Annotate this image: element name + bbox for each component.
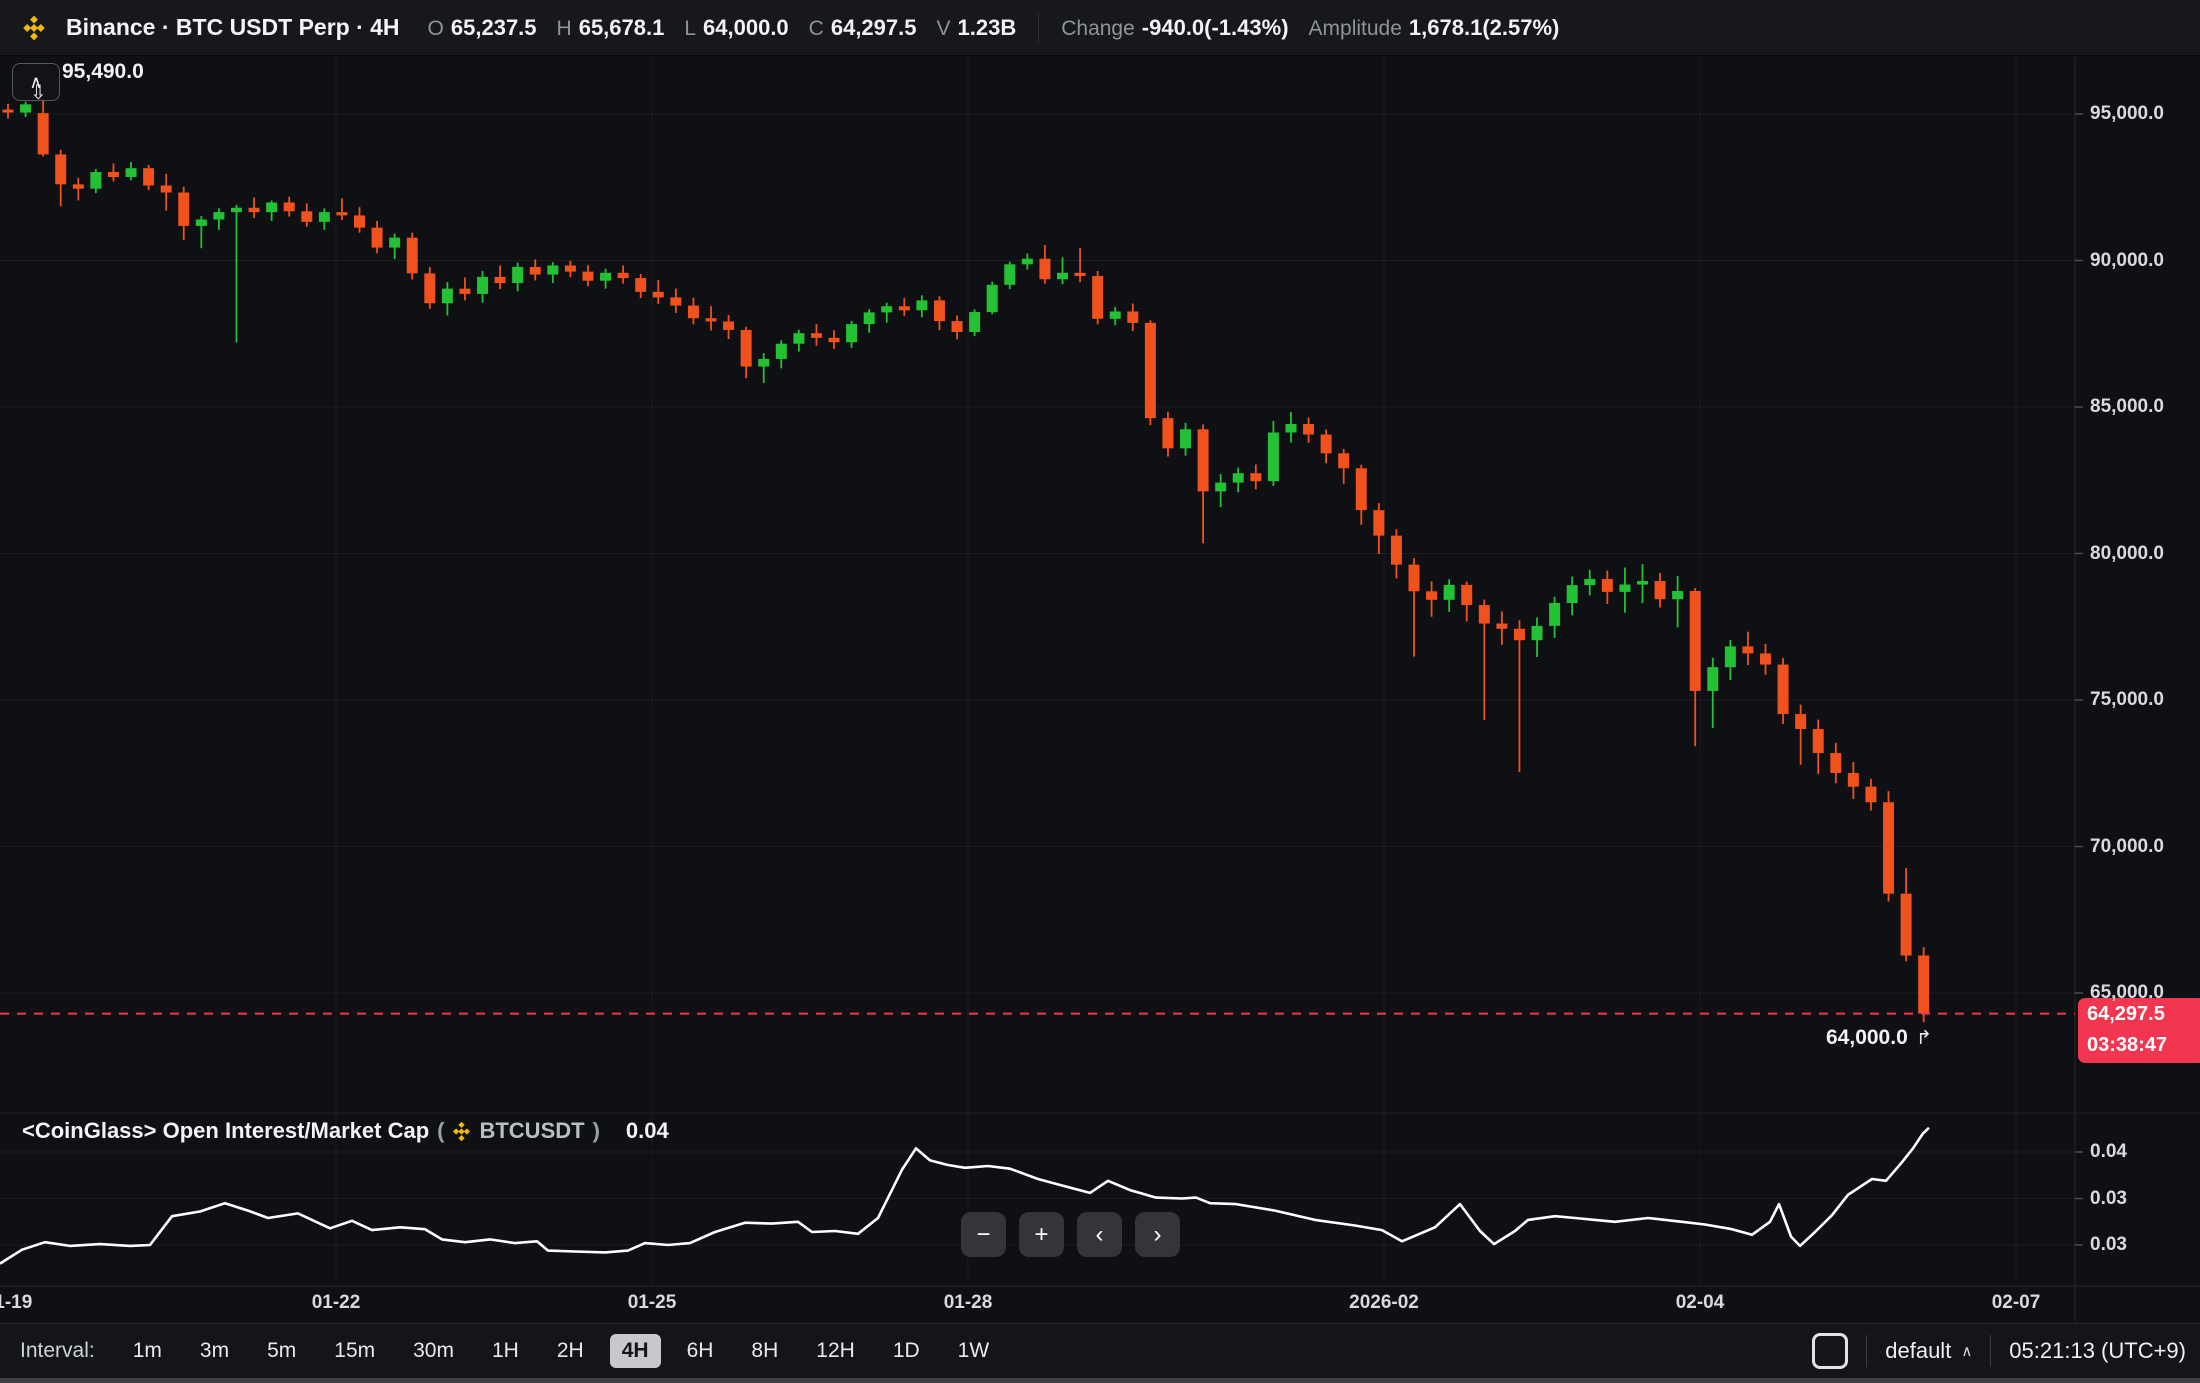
interval-1H[interactable]: 1H xyxy=(480,1334,531,1368)
candlestick-chart-canvas[interactable] xyxy=(0,0,2200,1383)
time-tick-label: 01-22 xyxy=(312,1292,361,1314)
price-tick-label: 65,000.0 xyxy=(2090,982,2164,1004)
interval-1D[interactable]: 1D xyxy=(881,1334,932,1368)
last-price-countdown-badge: 64,297.5 03:38:47 xyxy=(2078,998,2200,1063)
interval-12H[interactable]: 12H xyxy=(804,1334,867,1368)
layout-preset-dropdown[interactable]: default ∧ xyxy=(1885,1338,1972,1364)
footer-divider xyxy=(1990,1335,1991,1367)
interval-3m[interactable]: 3m xyxy=(188,1334,241,1368)
indicator-tick-label: 0.04 xyxy=(2090,1141,2127,1163)
clock-timezone: 05:21:13 (UTC+9) xyxy=(2009,1338,2186,1364)
ohlcv-item: H65,678.1 xyxy=(557,15,665,41)
interval-15m[interactable]: 15m xyxy=(322,1334,387,1368)
interval-4H[interactable]: 4H xyxy=(610,1334,661,1368)
interval-5m[interactable]: 5m xyxy=(255,1334,308,1368)
ohlcv-readout: O65,237.5 H65,678.1 L64,000.0 C64,297.5 V1.2… xyxy=(428,15,1017,41)
pan-left-button[interactable]: ‹ xyxy=(1077,1212,1122,1257)
high-arrow-icon: ⇩ xyxy=(30,80,47,105)
footer-divider xyxy=(1866,1335,1867,1367)
amplitude-readout: Amplitude 1,678.1(2.57%) xyxy=(1309,15,1560,41)
zoom-in-button[interactable]: + xyxy=(1019,1212,1064,1257)
time-tick-label: 2026-02 xyxy=(1349,1292,1419,1314)
time-tick-label: 02-04 xyxy=(1676,1292,1725,1314)
footer-right-controls: default ∧ 05:21:13 (UTC+9) xyxy=(1812,1323,2186,1378)
time-tick-label: 01-19 xyxy=(0,1292,32,1314)
price-tick-label: 75,000.0 xyxy=(2090,689,2164,711)
ohlcv-item: V1.23B xyxy=(936,15,1016,41)
interval-label: Interval: xyxy=(20,1339,95,1363)
binance-logo-icon xyxy=(452,1122,471,1141)
indicator-header: <CoinGlass> Open Interest/Market Cap ( B… xyxy=(22,1118,669,1144)
interval-1W[interactable]: 1W xyxy=(946,1334,1002,1368)
ohlcv-item: C64,297.5 xyxy=(809,15,917,41)
interval-6H[interactable]: 6H xyxy=(675,1334,726,1368)
indicator-symbol: BTCUSDT xyxy=(479,1118,584,1144)
ohlcv-item: L64,000.0 xyxy=(684,15,788,41)
time-tick-label: 02-07 xyxy=(1992,1292,2041,1314)
bottom-edge xyxy=(0,1378,2200,1383)
footer-checkbox[interactable] xyxy=(1812,1333,1848,1369)
session-low-label: 64,000.0 xyxy=(1826,1026,1908,1050)
low-arrow-icon: ↱ xyxy=(1916,1027,1932,1050)
countdown-timer: 03:38:47 xyxy=(2087,1030,2200,1061)
price-tick-label: 80,000.0 xyxy=(2090,543,2164,565)
header-divider xyxy=(1038,13,1039,43)
interval-1m[interactable]: 1m xyxy=(121,1334,174,1368)
interval-30m[interactable]: 30m xyxy=(401,1334,466,1368)
price-tick-label: 85,000.0 xyxy=(2090,396,2164,418)
interval-2H[interactable]: 2H xyxy=(545,1334,596,1368)
change-readout: Change -940.0(-1.43%) xyxy=(1061,15,1288,41)
indicator-value: 0.04 xyxy=(626,1118,669,1144)
zoom-out-button[interactable]: − xyxy=(961,1212,1006,1257)
interval-8H[interactable]: 8H xyxy=(739,1334,790,1368)
price-tick-label: 70,000.0 xyxy=(2090,836,2164,858)
indicator-title: <CoinGlass> Open Interest/Market Cap xyxy=(22,1118,429,1144)
indicator-tick-label: 0.03 xyxy=(2090,1234,2127,1256)
chevron-up-icon: ∧ xyxy=(1961,1342,1972,1360)
session-high-label: 95,490.0 xyxy=(62,60,144,84)
ohlcv-item: O65,237.5 xyxy=(428,15,537,41)
price-tick-label: 90,000.0 xyxy=(2090,250,2164,272)
time-tick-label: 01-28 xyxy=(944,1292,993,1314)
indicator-tick-label: 0.03 xyxy=(2090,1188,2127,1210)
symbol-header-bar: Binance · BTC USDT Perp · 4H O65,237.5 H6… xyxy=(0,0,2200,56)
time-tick-label: 01-25 xyxy=(628,1292,677,1314)
binance-logo-icon xyxy=(22,16,46,40)
symbol-title: Binance · BTC USDT Perp · 4H xyxy=(66,14,400,41)
pan-right-button[interactable]: › xyxy=(1135,1212,1180,1257)
trading-app: Binance · BTC USDT Perp · 4H O65,237.5 H6… xyxy=(0,0,2200,1383)
price-tick-label: 95,000.0 xyxy=(2090,103,2164,125)
